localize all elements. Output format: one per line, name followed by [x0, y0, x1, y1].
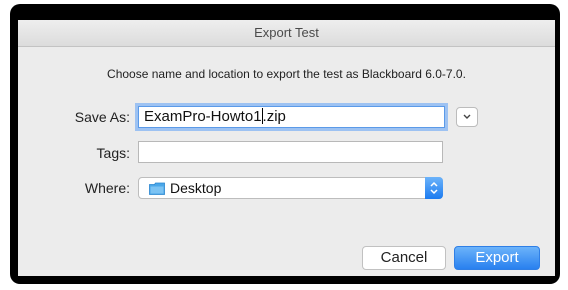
where-label: Where:	[84, 180, 130, 196]
export-test-dialog: Export Test Choose name and location to …	[18, 20, 555, 276]
save-as-value-end: .zip	[262, 108, 286, 125]
where-value: Desktop	[170, 180, 222, 196]
cancel-button[interactable]: Cancel	[362, 246, 446, 270]
tags-input[interactable]	[138, 141, 443, 163]
dialog-title: Export Test	[18, 20, 555, 47]
folder-icon	[149, 182, 165, 195]
chevron-down-icon	[463, 114, 471, 119]
where-popup[interactable]: Desktop	[138, 177, 443, 199]
up-down-arrows-icon	[430, 181, 438, 195]
tags-label: Tags:	[96, 145, 130, 161]
save-as-value-start: ExamPro-Howto1	[144, 108, 262, 125]
export-button[interactable]: Export	[454, 246, 540, 270]
save-as-label: Save As:	[74, 109, 130, 125]
save-as-input[interactable]: ExamPro-Howto1.zip	[138, 106, 445, 128]
popup-stepper[interactable]	[425, 177, 443, 199]
dialog-message: Choose name and location to export the t…	[107, 67, 466, 81]
expand-button[interactable]	[456, 107, 478, 127]
